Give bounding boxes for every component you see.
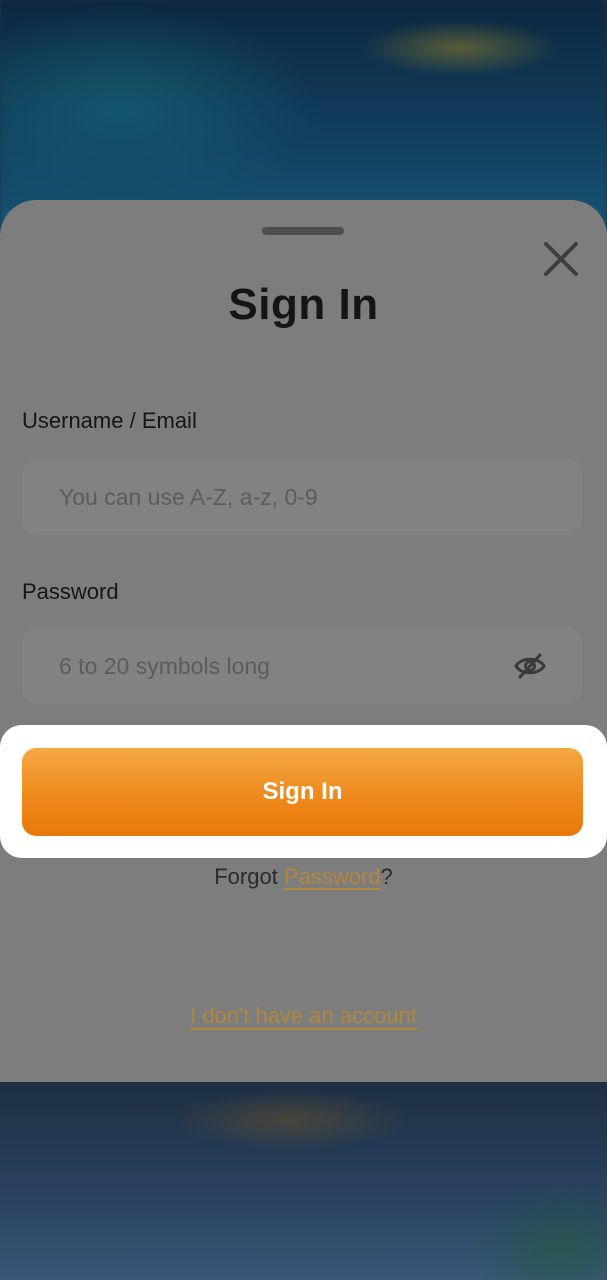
- sign-in-button[interactable]: Sign In: [22, 748, 583, 836]
- password-field[interactable]: [57, 651, 481, 681]
- forgot-password-link[interactable]: Password: [284, 864, 381, 889]
- username-field[interactable]: [57, 482, 481, 512]
- eye-off-icon[interactable]: [514, 652, 546, 680]
- password-label: Password: [22, 579, 119, 604]
- forgot-password: Forgot Password?: [0, 864, 607, 890]
- forgot-prefix: Forgot: [214, 864, 284, 889]
- page-title: Sign In: [228, 280, 379, 329]
- no-account-link[interactable]: I don't have an account: [0, 1003, 607, 1029]
- background-image-bottom: [0, 1060, 607, 1280]
- close-icon[interactable]: [540, 238, 582, 280]
- username-field-container: [22, 459, 582, 535]
- forgot-suffix: ?: [380, 864, 393, 889]
- password-field-container: [22, 628, 582, 704]
- sign-in-sheet: Sign In Username / Email Password Sign I…: [0, 200, 607, 1082]
- username-label: Username / Email: [22, 408, 197, 433]
- drag-handle[interactable]: [262, 227, 344, 235]
